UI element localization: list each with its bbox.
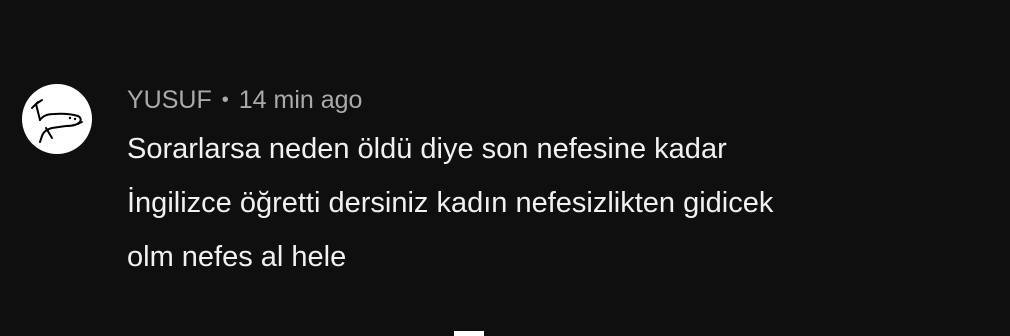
author-name[interactable]: YUSUF	[127, 80, 212, 120]
cut-off-element	[454, 331, 484, 336]
comment-text: Sorarlarsa neden öldü diye son nefesine …	[127, 133, 774, 273]
comment-body: YUSUF • 14 min ago Sorarlarsa neden öldü…	[127, 80, 1010, 284]
avatar[interactable]	[22, 84, 92, 154]
comment-meta: YUSUF • 14 min ago	[127, 80, 1010, 120]
meta-separator: •	[221, 89, 229, 111]
comment-item: YUSUF • 14 min ago Sorarlarsa neden öldü…	[22, 80, 1010, 284]
comment-timestamp[interactable]: 14 min ago	[239, 80, 363, 120]
stick-figure-doodle-icon	[31, 99, 83, 143]
